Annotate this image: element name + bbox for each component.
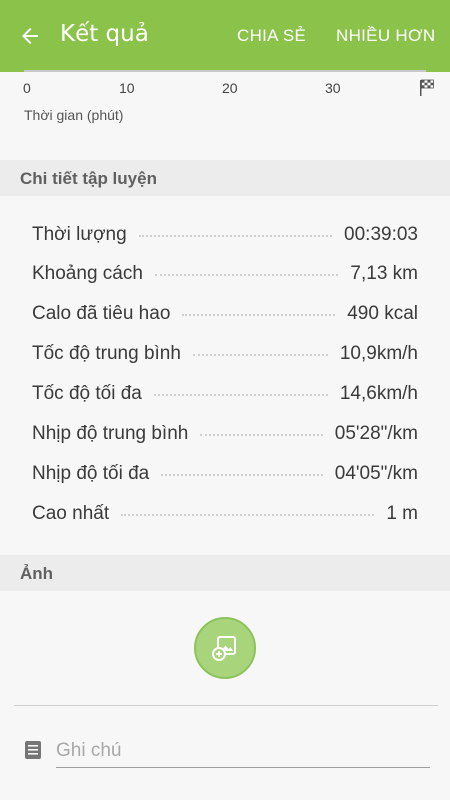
- note-input[interactable]: [56, 734, 430, 768]
- stat-value: 00:39:03: [344, 224, 418, 245]
- stat-row-avg-speed: Tốc độ trung bình 10,9km/h: [32, 339, 418, 369]
- add-photo-button[interactable]: [194, 617, 256, 679]
- dotted-leader: [154, 274, 339, 276]
- stat-label: Cao nhất: [32, 503, 110, 524]
- section-title: Chi tiết tập luyện: [20, 169, 157, 188]
- stat-row-max-altitude: Cao nhất 1 m: [32, 499, 418, 529]
- stat-label: Calo đã tiêu hao: [32, 303, 171, 324]
- stat-label: Nhịp độ trung bình: [32, 423, 189, 444]
- section-title: Ảnh: [20, 564, 54, 583]
- stat-value: 05'28"/km: [334, 423, 418, 444]
- back-button[interactable]: [14, 20, 46, 52]
- stat-value: 7,13 km: [350, 263, 418, 284]
- arrow-left-icon: [22, 28, 38, 44]
- stat-row-avg-pace: Nhịp độ trung bình 05'28"/km: [32, 419, 418, 449]
- axis-tick-label: 10: [119, 80, 135, 96]
- stat-row-calories: Calo đã tiêu hao 490 kcal: [32, 299, 418, 329]
- stat-label: Tốc độ trung bình: [32, 343, 181, 364]
- stat-value: 490 kcal: [347, 303, 418, 324]
- dotted-leader: [138, 235, 333, 237]
- axis-title: Thời gian (phút): [24, 107, 124, 123]
- dotted-leader: [121, 514, 375, 516]
- dotted-leader: [192, 354, 328, 356]
- checkered-flag-icon: [420, 79, 434, 96]
- stat-value: 1 m: [386, 503, 418, 524]
- more-button[interactable]: NHIỀU HƠN: [336, 26, 435, 46]
- stat-label: Khoảng cách: [32, 263, 143, 284]
- dotted-leader: [182, 314, 336, 316]
- stat-value: 14,6km/h: [339, 383, 418, 404]
- dotted-leader: [161, 474, 323, 476]
- workout-details-header: Chi tiết tập luyện: [0, 160, 450, 196]
- share-button[interactable]: CHIA SẺ: [237, 26, 306, 46]
- stat-row-distance: Khoảng cách 7,13 km: [32, 259, 418, 289]
- dotted-leader: [200, 434, 323, 436]
- axis-tick-label: 0: [23, 80, 31, 96]
- stat-row-duration: Thời lượng 00:39:03: [32, 220, 418, 250]
- photo-header: Ảnh: [0, 555, 450, 591]
- chart-axis-line: [24, 70, 426, 72]
- stat-row-max-speed: Tốc độ tối đa 14,6km/h: [32, 379, 418, 409]
- stat-label: Thời lượng: [32, 224, 127, 245]
- stat-label: Nhịp độ tối đa: [32, 463, 150, 484]
- divider: [14, 705, 438, 706]
- app-bar: Kết quả CHIA SẺ NHIỀU HƠN: [0, 0, 450, 72]
- dotted-leader: [153, 394, 328, 396]
- stat-value: 10,9km/h: [339, 343, 418, 364]
- stat-value: 04'05"/km: [334, 463, 418, 484]
- add-photo-icon: [212, 636, 236, 661]
- axis-tick-label: 20: [222, 80, 238, 96]
- note-icon: [25, 741, 41, 759]
- stat-label: Tốc độ tối đa: [32, 383, 142, 404]
- axis-tick-label: 30: [325, 80, 341, 96]
- stat-row-max-pace: Nhịp độ tối đa 04'05"/km: [32, 459, 418, 489]
- page-title: Kết quả: [60, 21, 149, 47]
